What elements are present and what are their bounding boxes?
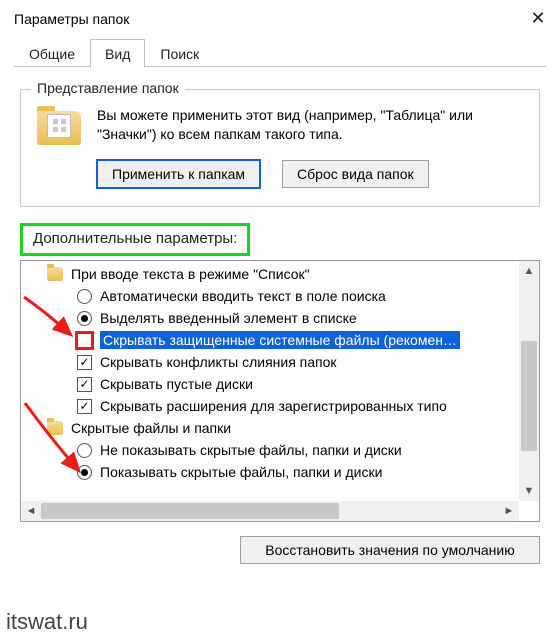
radio-checked[interactable] [77,465,92,480]
watermark: itswat.ru [6,609,88,635]
scroll-left-icon[interactable]: ◄ [21,501,41,521]
scroll-track[interactable] [519,281,539,481]
tree-label: При вводе текста в режиме "Список" [71,266,310,282]
checkbox-checked[interactable] [77,355,92,370]
folder-view-group: Представление папок Вы можете применить … [20,89,540,207]
advanced-listbox: При вводе текста в режиме "Список" Автом… [20,260,540,522]
tree-item[interactable]: Скрывать расширения для зарегистрированн… [21,395,519,417]
scroll-thumb[interactable] [41,503,339,519]
folder-icon [35,106,83,148]
tree-label: Скрывать пустые диски [100,376,253,392]
checkbox-checked[interactable] [77,399,92,414]
tree-label: Скрытые файлы и папки [71,420,231,436]
dialog-title: Параметры папок [14,11,129,27]
tree-item[interactable]: Автоматически вводить текст в поле поиск… [21,285,519,307]
folder-mini-icon [47,267,63,281]
tree-label: Скрывать расширения для зарегистрированн… [100,398,447,414]
tree-item-selected[interactable]: Скрывать защищенные системные файлы (рек… [21,329,519,351]
tab-general[interactable]: Общие [14,39,90,67]
scroll-thumb[interactable] [521,341,537,451]
scroll-up-icon[interactable]: ▲ [519,261,539,281]
group-legend: Представление папок [31,80,185,96]
tree-item[interactable]: Не показывать скрытые файлы, папки и дис… [21,439,519,461]
tree-label: Не показывать скрытые файлы, папки и дис… [100,442,402,458]
vertical-scrollbar[interactable]: ▲ ▼ [519,261,539,501]
tree-label: Выделять введенный элемент в списке [100,310,357,326]
group-description: Вы можете применить этот вид (например, … [97,106,525,148]
apply-to-folders-button[interactable]: Применить к папкам [97,160,260,188]
tree-label: Скрывать конфликты слияния папок [100,354,337,370]
tree-item[interactable]: Скрывать пустые диски [21,373,519,395]
scroll-down-icon[interactable]: ▼ [519,481,539,501]
advanced-params-label: Дополнительные параметры: [20,223,250,256]
tab-search[interactable]: Поиск [145,39,214,67]
tree-item[interactable]: Выделять введенный элемент в списке [21,307,519,329]
checkbox-checked[interactable] [77,377,92,392]
radio-checked[interactable] [77,311,92,326]
tree-group: Скрытые файлы и папки [21,417,519,439]
radio-unchecked[interactable] [77,289,92,304]
tab-bar: Общие Вид Поиск [0,35,560,67]
scroll-right-icon[interactable]: ► [499,501,519,521]
reset-folders-button[interactable]: Сброс вида папок [282,160,429,188]
checkbox-unchecked[interactable] [77,333,92,348]
horizontal-scrollbar[interactable]: ◄ ► [21,501,519,521]
scroll-track[interactable] [41,501,499,521]
folder-mini-icon [47,421,63,435]
tree-item[interactable]: Показывать скрытые файлы, папки и диски [21,461,519,483]
tree-label: Скрывать защищенные системные файлы (рек… [100,331,460,349]
tree-label: Автоматически вводить текст в поле поиск… [100,288,386,304]
restore-defaults-button[interactable]: Восстановить значения по умолчанию [240,536,540,564]
tree-item[interactable]: Скрывать конфликты слияния папок [21,351,519,373]
radio-unchecked[interactable] [77,443,92,458]
tree-group: При вводе текста в режиме "Список" [21,263,519,285]
tree-label: Показывать скрытые файлы, папки и диски [100,464,382,480]
close-icon[interactable]: ✕ [528,8,548,29]
tab-view[interactable]: Вид [90,39,145,68]
